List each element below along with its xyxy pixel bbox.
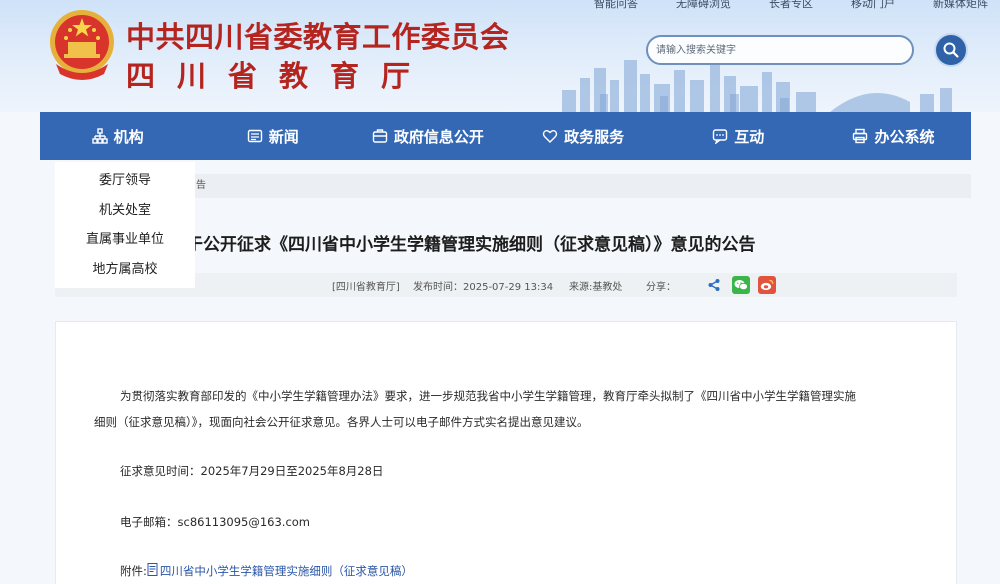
toplink-elder-zone[interactable]: 长者专区: [769, 0, 813, 10]
paragraph-intro-line1: 为贯彻落实教育部印发的《中小学生学籍管理办法》要求，进一步规范我省中小学生学籍管…: [120, 389, 856, 403]
office-icon: [853, 128, 868, 144]
dropdown-item-affiliated-units[interactable]: 直属事业单位: [55, 225, 195, 255]
nav-item-office[interactable]: 办公系统: [816, 112, 971, 160]
nav-label: 机构: [113, 127, 144, 146]
site-title-main: 中共四川省委教育工作委员会: [126, 20, 510, 54]
article-title: 于公开征求《四川省中小学生学籍管理实施细则（征求意见稿）》意见的公告: [186, 235, 756, 255]
paragraph-email: 电子邮箱：sc86113095@163.com: [120, 515, 311, 529]
service-icon: [542, 130, 558, 143]
nav-label: 政府信息公开: [393, 127, 484, 146]
document-icon: [147, 563, 158, 576]
meta-publish-time: 发布时间：2025-07-29 13:34: [413, 282, 554, 293]
search-icon: [943, 42, 959, 58]
nav-label: 新闻: [268, 127, 299, 146]
search-button[interactable]: [934, 33, 968, 67]
attachment-label: 附件:: [120, 564, 147, 578]
dropdown-item-local-universities[interactable]: 地方属高校: [55, 255, 195, 285]
nav-label: 政务服务: [564, 127, 625, 146]
dropdown-item-departments[interactable]: 机关处室: [55, 196, 195, 226]
share-icon: [708, 279, 720, 291]
interact-icon: [713, 129, 728, 144]
share-wechat-button[interactable]: [732, 276, 750, 294]
nav-label: 办公系统: [874, 127, 935, 146]
toplink-accessibility[interactable]: 无障碍浏览: [676, 0, 731, 10]
paragraph-attachment: 附件: 四川省中小学生学籍管理实施细则（征求意见稿）: [120, 558, 413, 584]
national-emblem-icon: [50, 10, 114, 80]
nav-item-interact[interactable]: 互动: [661, 112, 816, 160]
dropdown-item-leaders[interactable]: 委厅领导: [55, 166, 195, 196]
page: 中共四川省委教育工作委员会 四川省教育厅 智能问答 无障碍浏览 长者专区 移动门…: [0, 0, 1000, 584]
nav-item-news[interactable]: 新闻: [195, 112, 350, 160]
main-nav: 机构 新闻 政府信息公开 政务服务 互动 办公系统: [40, 112, 971, 160]
wechat-icon: [734, 280, 748, 291]
share-label: 分享：: [646, 282, 676, 293]
paragraph-intro-line2: 细则（征求意见稿）》，现面向社会公开征求意见。各界人士可以电子邮件方式实名提出意…: [94, 415, 589, 429]
nav-item-org[interactable]: 机构: [40, 112, 195, 160]
news-icon: [247, 129, 262, 143]
site-title-sub: 四川省教育厅: [126, 59, 433, 93]
org-icon: [91, 128, 108, 144]
nav-item-info-open[interactable]: 政府信息公开: [350, 112, 505, 160]
attachment-link[interactable]: 四川省中小学生学籍管理实施细则（征求意见稿）: [160, 564, 413, 578]
weibo-icon: [760, 279, 774, 291]
site-header: 中共四川省委教育工作委员会 四川省教育厅 智能问答 无障碍浏览 长者专区 移动门…: [0, 0, 1000, 112]
meta-origin: 来源:基教处: [569, 282, 623, 293]
nav-label: 互动: [734, 127, 765, 146]
info-open-icon: [372, 129, 388, 143]
breadcrumb-current: 告: [196, 180, 206, 191]
nav-dropdown-org: 委厅领导 机关处室 直属事业单位 地方属高校: [55, 162, 195, 288]
top-links: 智能问答 无障碍浏览 长者专区 移动门户 新媒体矩阵: [594, 0, 988, 10]
toplink-new-media[interactable]: 新媒体矩阵: [933, 0, 988, 10]
nav-item-service[interactable]: 政务服务: [506, 112, 661, 160]
share-weibo-button[interactable]: [758, 276, 776, 294]
search-input[interactable]: [646, 35, 914, 65]
share-link-button[interactable]: [705, 276, 723, 294]
article-body: 为贯彻落实教育部印发的《中小学生学籍管理办法》要求，进一步规范我省中小学生学籍管…: [55, 321, 957, 584]
meta-source: [四川省教育厅]: [332, 282, 400, 293]
toplink-mobile-portal[interactable]: 移动门户: [851, 0, 895, 10]
paragraph-period: 征求意见时间：2025年7月29日至2025年8月28日: [120, 464, 384, 478]
toplink-smart-qa[interactable]: 智能问答: [594, 0, 638, 10]
